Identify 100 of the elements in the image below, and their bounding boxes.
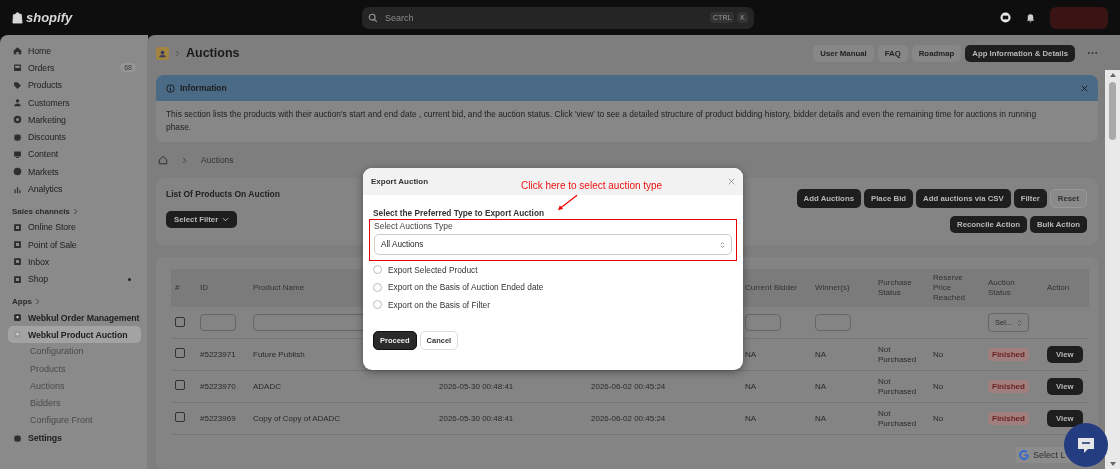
radio-option[interactable]: Export on the Basis of Auction Ended date <box>373 278 734 296</box>
annotation-arrow <box>556 194 579 212</box>
scroll-up-icon[interactable] <box>1109 73 1116 77</box>
nav-item[interactable]: Webkul Order Management <box>8 308 141 327</box>
bar-chart-icon <box>13 184 22 194</box>
column-header: Current Bidder <box>745 283 798 292</box>
checkbox[interactable] <box>175 348 185 358</box>
app-icon <box>156 46 169 60</box>
filter-field[interactable] <box>815 314 851 331</box>
nav-subitem[interactable]: Bidders <box>8 395 141 413</box>
page-title: Auctions <box>186 46 240 60</box>
shop-icon <box>13 274 22 284</box>
banner-title: Information <box>180 83 227 93</box>
google-icon <box>1019 450 1029 460</box>
table-cell: 2026-05-30 00:48:41 <box>439 413 514 423</box>
person-icon <box>13 98 22 108</box>
table-cell: NA <box>745 381 757 391</box>
banner-text: This section lists the products with their auction's start and end date , current bid, and the auction status. Click 'view' to see a detailed structure of product bidding history, bidder details and even the remaining time for auctions in running phase. <box>165 108 1038 134</box>
nav-item[interactable]: Inbox <box>8 253 141 271</box>
column-header: ID <box>200 283 208 292</box>
table-cell: No <box>933 381 944 391</box>
breadcrumb-item: Auctions <box>201 155 234 165</box>
chevron-icon <box>72 207 78 215</box>
monitor-icon <box>13 149 22 159</box>
more-icon[interactable] <box>1087 51 1098 55</box>
app-icon <box>13 330 22 340</box>
table-cell: Not Purchased <box>878 376 917 396</box>
checkbox[interactable] <box>175 412 185 422</box>
nav-item[interactable]: Home <box>8 42 141 60</box>
nav-subitem[interactable]: Products <box>8 360 141 378</box>
column-header: # <box>175 283 180 292</box>
search-input[interactable]: Search <box>383 11 706 24</box>
bell-icon[interactable] <box>1025 12 1036 23</box>
nav-item[interactable]: Shop <box>8 270 141 288</box>
table-cell: #5223971 <box>200 349 236 359</box>
scrollbar[interactable] <box>1105 70 1120 469</box>
scroll-thumb[interactable] <box>1109 82 1116 140</box>
table-cell: No <box>933 349 944 359</box>
nav-item[interactable]: Products <box>8 76 141 94</box>
nav-item[interactable]: Settings <box>8 429 141 447</box>
house-icon <box>13 46 22 56</box>
nav-item[interactable]: Content <box>8 145 141 164</box>
nav-item[interactable]: Online Store <box>8 218 141 236</box>
inbox-icon <box>13 257 22 267</box>
table-cell: Not Purchased <box>878 344 917 364</box>
filter-field[interactable] <box>745 314 781 331</box>
gear-icon <box>13 433 22 443</box>
shopping-bag-icon <box>12 11 23 24</box>
radio-option[interactable]: Export on the Basis of Filter <box>373 296 734 314</box>
info-icon <box>166 83 175 93</box>
field-label: Select Auctions Type <box>374 221 454 231</box>
storefront-icon <box>13 222 22 232</box>
close-icon[interactable] <box>728 178 735 185</box>
checkbox[interactable] <box>175 316 185 327</box>
table-cell: NA <box>815 349 827 359</box>
nav-item[interactable]: Webkul Product Auction <box>8 326 141 344</box>
status-badge: Finished <box>988 379 1029 393</box>
annotation-text: Click here to select auction type <box>521 180 663 191</box>
table-cell: 2026-06-02 00:45:24 <box>591 381 666 391</box>
chevron-icon <box>182 156 187 164</box>
table-cell: Future Publish <box>253 349 305 359</box>
table-cell: NA <box>815 413 827 423</box>
close-icon[interactable] <box>1081 84 1088 92</box>
scroll-down-icon[interactable] <box>1109 462 1116 466</box>
updown-icon <box>1017 318 1023 327</box>
checkbox[interactable] <box>175 380 185 390</box>
nav-item[interactable]: Customers <box>8 93 141 112</box>
tray-icon <box>13 63 22 73</box>
chat-button[interactable] <box>1064 423 1108 467</box>
table-cell: #5223970 <box>200 381 236 391</box>
select-field[interactable]: All Auctions <box>374 234 732 255</box>
table-cell: Not Purchased <box>878 408 917 428</box>
nav-item[interactable]: Analytics <box>8 180 141 198</box>
section-heading[interactable]: Sales channels <box>12 206 70 216</box>
caret-icon <box>222 217 230 222</box>
column-header: Winner(s) <box>815 283 850 292</box>
nav-item[interactable]: Point of Sale <box>8 235 141 254</box>
logo-text: shopify <box>26 10 73 25</box>
table-cell: NA <box>815 381 827 391</box>
table-cell: No <box>933 413 944 423</box>
nav-subitem[interactable]: Auctions <box>8 377 141 395</box>
modal-heading: Select the Preferred Type to Export Auction <box>373 208 546 218</box>
column-header: Purchase Status <box>878 278 912 297</box>
nav-subitem[interactable]: Configuration <box>8 343 141 361</box>
section-heading[interactable]: Apps <box>12 296 32 306</box>
nav-item[interactable]: Marketing <box>8 111 141 129</box>
radio-option[interactable]: Export Selected Product <box>373 261 734 279</box>
app-icon <box>13 313 22 322</box>
store-icon[interactable] <box>1000 12 1011 23</box>
home-icon[interactable] <box>158 155 168 165</box>
column-header: Reserve Price Reached <box>933 273 966 302</box>
nav-item[interactable]: Markets <box>8 163 141 181</box>
table-cell: ADADC <box>253 381 281 391</box>
table-cell: #5223969 <box>200 413 236 423</box>
table-cell: Copy of Copy of ADADC <box>253 413 341 423</box>
modal-title: Export Auction <box>371 177 429 186</box>
updown-icon <box>720 240 725 249</box>
target-icon <box>13 115 22 125</box>
nav-item[interactable]: Discounts <box>8 128 141 146</box>
filter-field[interactable] <box>200 314 236 331</box>
